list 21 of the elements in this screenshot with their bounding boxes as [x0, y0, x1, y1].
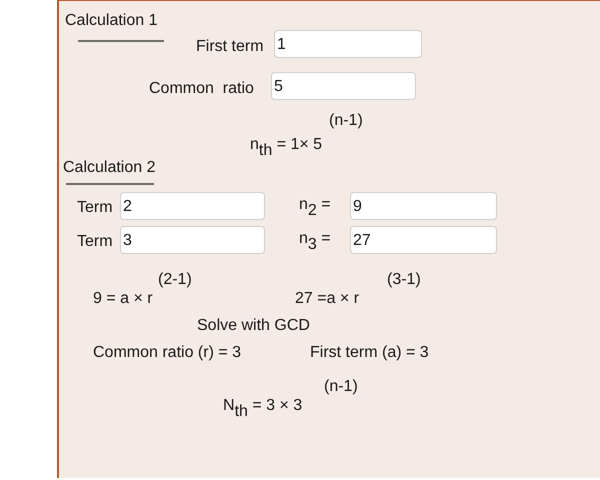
- method-text: Solve with GCD: [197, 316, 310, 335]
- field-label: Term: [77, 232, 113, 251]
- input-field[interactable]: 3: [120, 226, 265, 254]
- section-title: Calculation 2: [63, 158, 156, 177]
- exponent-text: (n-1): [329, 111, 363, 130]
- input-field[interactable]: 1: [274, 30, 422, 58]
- result-text: Common ratio (r) = 3: [93, 343, 242, 362]
- equation-text: 27 =a × r: [295, 289, 360, 308]
- input-field[interactable]: 2: [120, 192, 265, 220]
- input-field[interactable]: 5: [271, 72, 416, 100]
- input-field[interactable]: 9: [350, 192, 497, 220]
- exponent-text: (n-1): [324, 377, 358, 396]
- field-label: Term: [77, 198, 113, 217]
- exponent-text: (3-1): [387, 270, 421, 289]
- field-label: First term: [196, 37, 264, 56]
- input-field[interactable]: 27: [350, 226, 497, 254]
- exponent-text: (2-1): [158, 270, 192, 289]
- result-text: First term (a) = 3: [310, 343, 429, 362]
- field-label: Common ratio: [149, 79, 254, 98]
- section-title: Calculation 1: [65, 11, 158, 30]
- equation-text: 9 = a × r: [93, 289, 153, 308]
